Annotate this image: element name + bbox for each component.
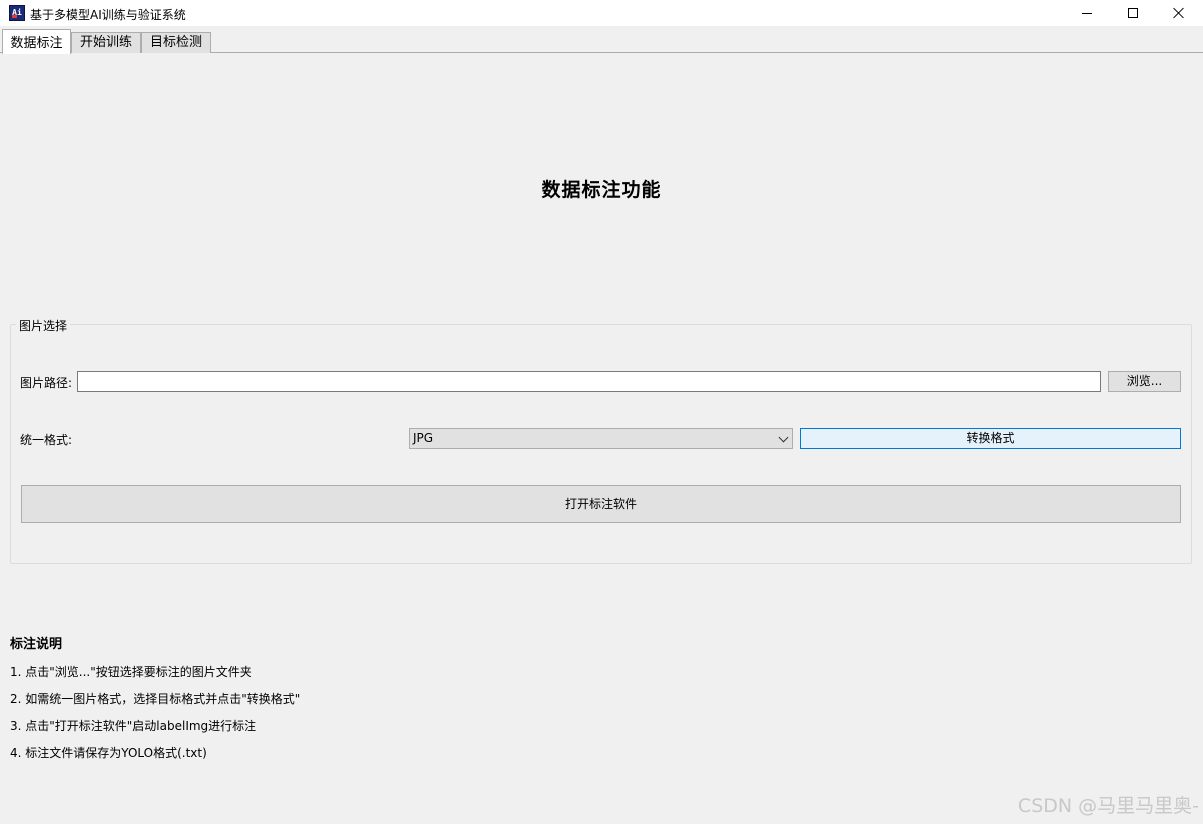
- page-title: 数据标注功能: [541, 179, 662, 201]
- open-annotation-tool-button[interactable]: 打开标注软件: [21, 485, 1181, 523]
- group-legend: 图片选择: [16, 317, 71, 334]
- instruction-item: 1. 点击"浏览..."按钮选择要标注的图片文件夹: [10, 665, 252, 679]
- app-window: Ai 基于多模型AI训练与验证系统 数据标注 开始训练 目标检测 数据标注功能 …: [0, 0, 1203, 824]
- format-label: 统一格式:: [20, 433, 73, 447]
- instruction-item: 4. 标注文件请保存为YOLO格式(.txt): [10, 746, 207, 760]
- tab-start-training[interactable]: 开始训练: [71, 32, 141, 53]
- format-select-value: JPG: [413, 431, 434, 445]
- instruction-item: 2. 如需统一图片格式，选择目标格式并点击"转换格式": [10, 692, 301, 706]
- browse-button[interactable]: 浏览...: [1108, 371, 1181, 392]
- maximize-icon: [1128, 8, 1138, 18]
- app-logo-icon: Ai: [9, 5, 25, 21]
- close-icon: [1173, 7, 1185, 19]
- maximize-button[interactable]: [1110, 0, 1156, 26]
- minimize-icon: [1082, 12, 1092, 14]
- chevron-down-icon: [778, 432, 789, 443]
- title-bar: Ai 基于多模型AI训练与验证系统: [0, 0, 1203, 26]
- instructions-title: 标注说明: [10, 637, 63, 652]
- tab-data-annotation[interactable]: 数据标注: [2, 29, 71, 54]
- tab-object-detection[interactable]: 目标检测: [141, 32, 211, 53]
- image-path-input[interactable]: [77, 371, 1101, 392]
- close-button[interactable]: [1156, 0, 1202, 26]
- minimize-button[interactable]: [1064, 0, 1110, 26]
- image-path-label: 图片路径:: [20, 376, 73, 390]
- convert-format-button[interactable]: 转换格式: [800, 428, 1181, 449]
- watermark: CSDN @马里马里奥-: [1017, 795, 1199, 817]
- window-title: 基于多模型AI训练与验证系统: [30, 8, 186, 22]
- instruction-item: 3. 点击"打开标注软件"启动labelImg进行标注: [10, 719, 257, 733]
- format-select[interactable]: JPG: [409, 428, 793, 449]
